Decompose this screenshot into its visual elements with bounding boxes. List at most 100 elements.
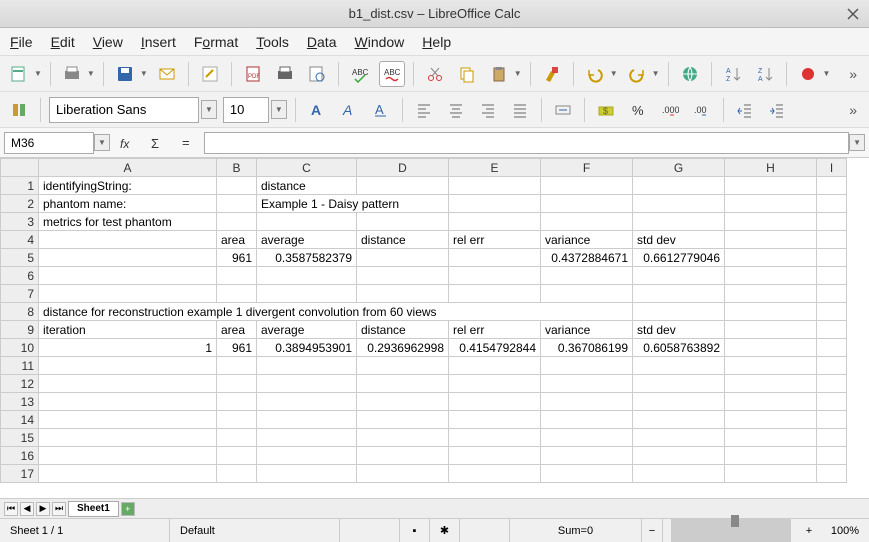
cell[interactable] bbox=[541, 357, 633, 375]
col-header[interactable]: H bbox=[725, 159, 817, 177]
cell[interactable] bbox=[449, 465, 541, 483]
cell[interactable] bbox=[633, 411, 725, 429]
menu-format[interactable]: Format bbox=[194, 34, 238, 50]
col-header[interactable]: B bbox=[217, 159, 257, 177]
cell[interactable] bbox=[217, 267, 257, 285]
cell[interactable] bbox=[357, 249, 449, 267]
menu-file[interactable]: File bbox=[10, 34, 33, 50]
cell[interactable] bbox=[449, 393, 541, 411]
cell[interactable] bbox=[541, 213, 633, 231]
cell[interactable] bbox=[725, 249, 817, 267]
tab-first-icon[interactable]: ⏮ bbox=[4, 502, 18, 516]
cell[interactable] bbox=[39, 465, 217, 483]
row-header[interactable]: 7 bbox=[1, 285, 39, 303]
email-icon[interactable] bbox=[154, 61, 180, 87]
cell[interactable] bbox=[449, 357, 541, 375]
cell[interactable] bbox=[633, 213, 725, 231]
cell[interactable]: std dev bbox=[633, 321, 725, 339]
close-icon[interactable] bbox=[845, 6, 861, 22]
cell[interactable] bbox=[39, 447, 217, 465]
namebox-dropdown-icon[interactable]: ▼ bbox=[94, 134, 110, 151]
cell[interactable] bbox=[217, 465, 257, 483]
status-sum[interactable]: Sum=0 bbox=[510, 519, 642, 542]
cell[interactable] bbox=[817, 231, 847, 249]
cell[interactable]: distance bbox=[357, 321, 449, 339]
pdf-icon[interactable]: PDF bbox=[240, 61, 266, 87]
cell[interactable]: 0.6058763892 bbox=[633, 339, 725, 357]
row-header[interactable]: 1 bbox=[1, 177, 39, 195]
col-header[interactable]: D bbox=[357, 159, 449, 177]
cell[interactable] bbox=[217, 285, 257, 303]
select-all-corner[interactable] bbox=[1, 159, 39, 177]
row-header[interactable]: 8 bbox=[1, 303, 39, 321]
col-header[interactable]: G bbox=[633, 159, 725, 177]
cell[interactable] bbox=[449, 267, 541, 285]
edit-icon[interactable] bbox=[197, 61, 223, 87]
status-modified-icon[interactable]: ✱ bbox=[430, 519, 460, 542]
row-header[interactable]: 12 bbox=[1, 375, 39, 393]
underline-icon[interactable]: A bbox=[368, 97, 394, 123]
cell[interactable] bbox=[633, 285, 725, 303]
cell[interactable] bbox=[633, 375, 725, 393]
cell[interactable] bbox=[449, 177, 541, 195]
align-left-icon[interactable] bbox=[411, 97, 437, 123]
cell[interactable] bbox=[725, 213, 817, 231]
row-header[interactable]: 17 bbox=[1, 465, 39, 483]
equals-icon[interactable]: = bbox=[174, 130, 200, 156]
cell[interactable] bbox=[633, 195, 725, 213]
cell[interactable] bbox=[541, 429, 633, 447]
menu-edit[interactable]: Edit bbox=[51, 34, 75, 50]
cell[interactable] bbox=[449, 447, 541, 465]
cell[interactable] bbox=[633, 177, 725, 195]
menu-window[interactable]: Window bbox=[354, 34, 404, 50]
dropdown-icon[interactable]: ▼ bbox=[514, 69, 522, 78]
cell[interactable] bbox=[541, 465, 633, 483]
cell[interactable]: 0.6612779046 bbox=[633, 249, 725, 267]
cell[interactable]: phantom name: bbox=[39, 195, 217, 213]
cell[interactable] bbox=[217, 393, 257, 411]
remove-decimal-icon[interactable]: .00 bbox=[689, 97, 715, 123]
cell[interactable] bbox=[725, 285, 817, 303]
row-header[interactable]: 15 bbox=[1, 429, 39, 447]
tab-next-icon[interactable]: ▶ bbox=[36, 502, 50, 516]
cell[interactable] bbox=[257, 375, 357, 393]
zoom-in-icon[interactable]: + bbox=[799, 519, 819, 542]
cell[interactable] bbox=[257, 357, 357, 375]
cell[interactable] bbox=[633, 465, 725, 483]
cell[interactable] bbox=[817, 447, 847, 465]
cell[interactable] bbox=[725, 465, 817, 483]
cell[interactable] bbox=[449, 213, 541, 231]
row-header[interactable]: 5 bbox=[1, 249, 39, 267]
percent-icon[interactable]: % bbox=[625, 97, 651, 123]
cell[interactable] bbox=[257, 213, 357, 231]
currency-icon[interactable]: $ bbox=[593, 97, 619, 123]
cell[interactable] bbox=[257, 429, 357, 447]
cell[interactable] bbox=[633, 393, 725, 411]
cell[interactable]: Example 1 - Daisy pattern bbox=[257, 195, 449, 213]
cell[interactable] bbox=[217, 429, 257, 447]
cell[interactable] bbox=[633, 447, 725, 465]
cell[interactable] bbox=[357, 465, 449, 483]
row-header[interactable]: 3 bbox=[1, 213, 39, 231]
format-paintbrush-icon[interactable] bbox=[539, 61, 565, 87]
cell[interactable] bbox=[257, 393, 357, 411]
dropdown-icon[interactable]: ▼ bbox=[87, 69, 95, 78]
dropdown-icon[interactable]: ▼ bbox=[652, 69, 660, 78]
cell[interactable] bbox=[725, 357, 817, 375]
font-size-input[interactable]: 10 bbox=[223, 97, 269, 123]
record-macro-icon[interactable] bbox=[795, 61, 821, 87]
cell[interactable] bbox=[541, 285, 633, 303]
cell[interactable] bbox=[541, 411, 633, 429]
cell[interactable] bbox=[217, 213, 257, 231]
menu-tools[interactable]: Tools bbox=[256, 34, 289, 50]
cell[interactable] bbox=[541, 177, 633, 195]
col-header[interactable]: C bbox=[257, 159, 357, 177]
cell[interactable]: distance bbox=[357, 231, 449, 249]
row-header[interactable]: 16 bbox=[1, 447, 39, 465]
cell[interactable] bbox=[449, 195, 541, 213]
row-header[interactable]: 4 bbox=[1, 231, 39, 249]
cell[interactable] bbox=[39, 357, 217, 375]
cell[interactable] bbox=[39, 375, 217, 393]
cell[interactable] bbox=[633, 267, 725, 285]
cell[interactable]: 0.3894953901 bbox=[257, 339, 357, 357]
